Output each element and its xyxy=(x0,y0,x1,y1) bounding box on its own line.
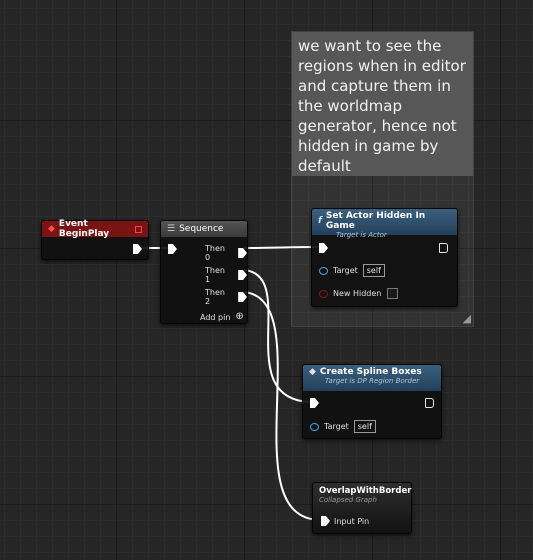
event-icon: ◆ xyxy=(48,224,55,234)
target-pin[interactable] xyxy=(310,422,319,431)
blueprint-graph-canvas[interactable]: we want to see the regions when in edito… xyxy=(0,0,533,560)
input-exec-pin[interactable] xyxy=(321,516,330,526)
node-create-spline-boxes[interactable]: ◆ Create Spline Boxes Target is DP Regio… xyxy=(302,364,442,439)
wire-then0-to-sethidden xyxy=(243,246,319,249)
new-hidden-pin[interactable] xyxy=(319,289,328,298)
new-hidden-label: New Hidden xyxy=(333,289,382,298)
exec-out-pin[interactable] xyxy=(439,243,448,253)
target-value[interactable]: self xyxy=(353,420,376,433)
event-delegate-pin-icon[interactable] xyxy=(135,225,142,233)
node-subtitle: Target is DP Region Border xyxy=(325,377,420,385)
target-label: Target xyxy=(333,266,358,275)
node-overlap-with-border[interactable]: OverlapWithBorder Collapsed Graph Input … xyxy=(312,482,412,534)
target-value[interactable]: self xyxy=(362,264,385,277)
node-set-actor-hidden-in-game[interactable]: f Set Actor Hidden In Game Target is Act… xyxy=(311,208,458,307)
new-hidden-checkbox[interactable] xyxy=(387,288,399,299)
then-1-label: Then 1 xyxy=(205,266,225,284)
target-pin[interactable] xyxy=(319,266,328,275)
input-pin-label: Input Pin xyxy=(334,516,370,526)
function-icon: f xyxy=(318,216,322,226)
sequence-icon: ☰ xyxy=(167,224,176,234)
node-subtitle: Collapsed Graph xyxy=(319,496,377,504)
node-event-beginplay[interactable]: ◆ Event BeginPlay xyxy=(41,219,149,260)
node-title: Create Spline Boxes xyxy=(319,367,422,377)
add-icon: ⊕ xyxy=(235,311,244,322)
node-header: f Set Actor Hidden In Game Target is Act… xyxy=(312,209,457,239)
exec-out-pin[interactable] xyxy=(133,244,142,254)
node-title: Sequence xyxy=(179,224,224,234)
node-title: Set Actor Hidden In Game xyxy=(325,211,426,231)
then-2-pin[interactable] xyxy=(238,292,247,302)
then-0-label: Then 0 xyxy=(205,244,225,262)
then-1-pin[interactable] xyxy=(238,270,247,280)
node-header: ◆ Create Spline Boxes Target is DP Regio… xyxy=(303,365,441,391)
node-subtitle: Target is Actor xyxy=(336,231,387,239)
then-0-pin[interactable] xyxy=(238,248,247,258)
exec-in-pin[interactable] xyxy=(319,243,328,253)
exec-out-pin[interactable] xyxy=(425,398,434,408)
then-2-label: Then 2 xyxy=(205,288,225,306)
exec-in-pin[interactable] xyxy=(168,244,177,254)
target-label: Target xyxy=(324,422,349,431)
add-pin-label: Add pin xyxy=(200,312,231,322)
node-sequence[interactable]: ☰ Sequence Then 0 Then 1 Then 2 Add pin … xyxy=(160,220,248,324)
node-header: ◆ Event BeginPlay xyxy=(42,219,148,239)
add-pin-button[interactable]: Add pin ⊕ xyxy=(200,312,244,322)
node-title: Event BeginPlay xyxy=(58,219,110,239)
node-header: ☰ Sequence xyxy=(161,221,247,237)
node-title: OverlapWithBorder xyxy=(319,486,412,496)
event-call-icon: ◆ xyxy=(309,367,316,377)
exec-in-pin[interactable] xyxy=(310,398,319,408)
